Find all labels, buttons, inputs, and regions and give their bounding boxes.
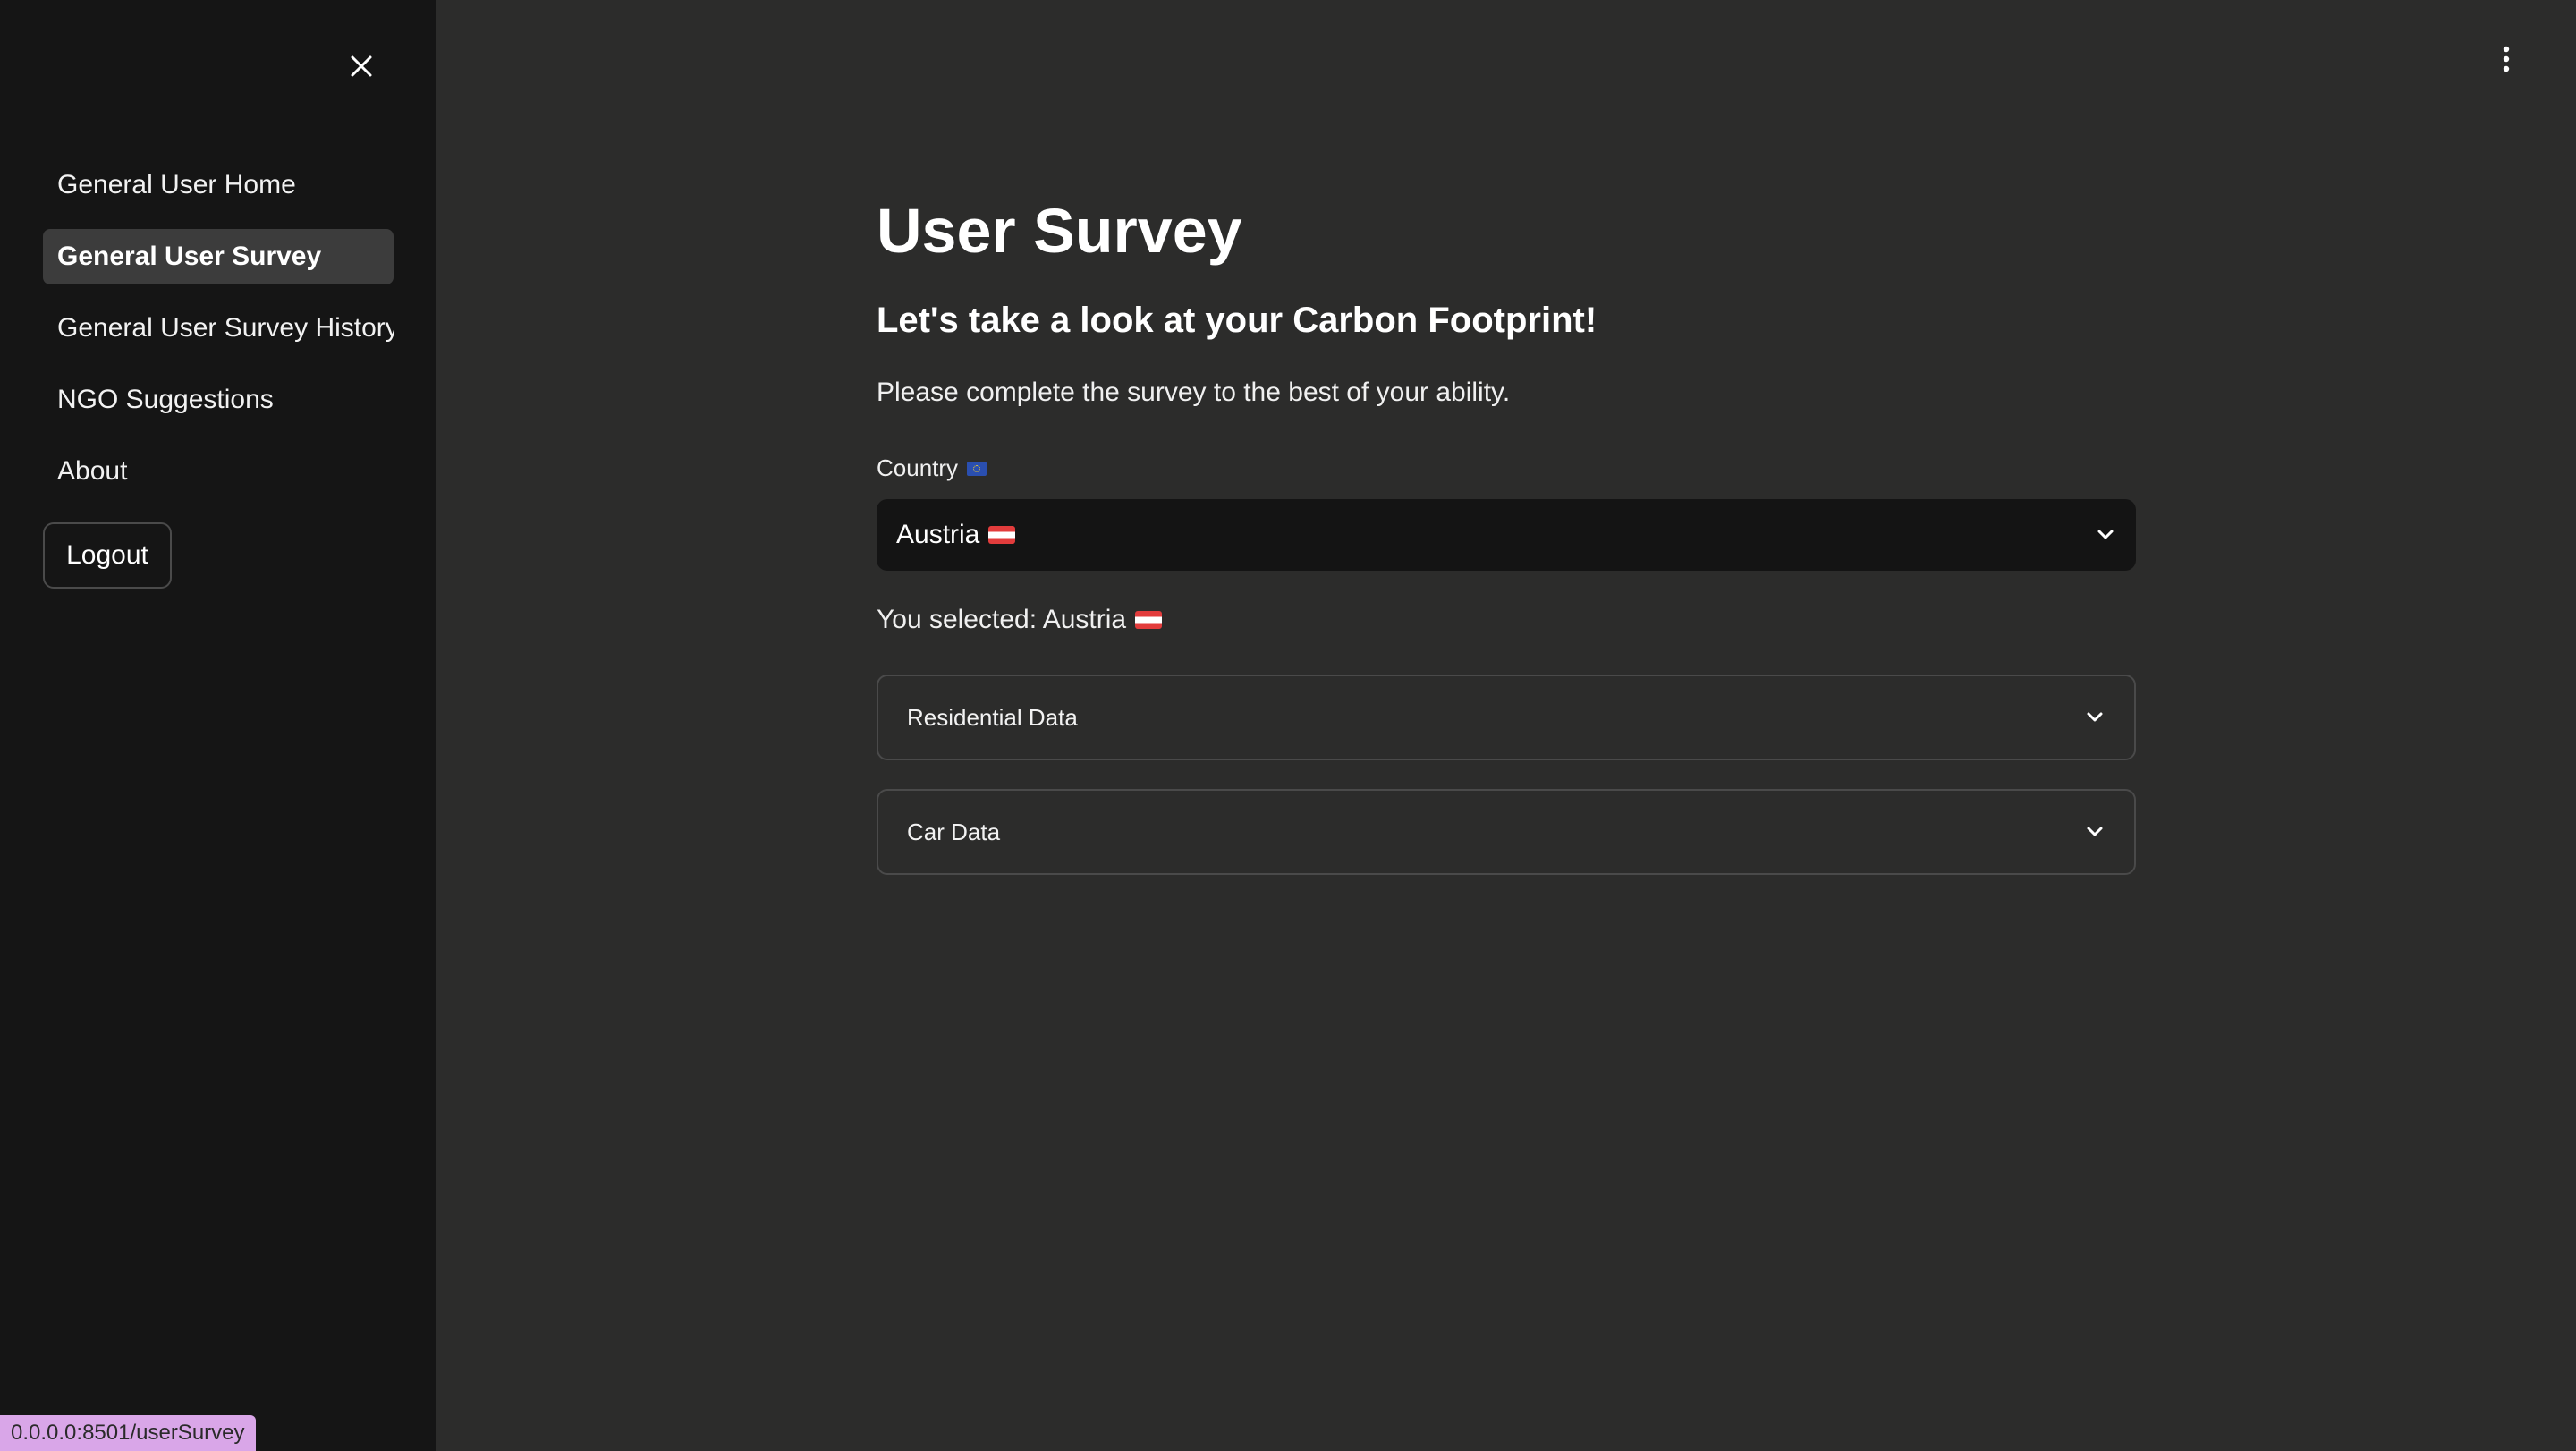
country-label-text: Country xyxy=(877,454,959,481)
expander-residential-data[interactable]: Residential Data xyxy=(877,675,2136,760)
sidebar-item-label: General User Survey History xyxy=(57,313,394,343)
sidebar-item-general-user-home[interactable]: General User Home xyxy=(43,157,394,213)
expander-label: Car Data xyxy=(907,818,1001,845)
eu-flag-icon xyxy=(967,461,987,476)
logout-button[interactable]: Logout xyxy=(43,522,172,589)
selected-country-label: You selected: Austria xyxy=(877,605,1127,634)
country-select[interactable]: Austria xyxy=(877,499,2136,571)
chevron-down-icon xyxy=(2087,712,2103,722)
country-select-value-text: Austria xyxy=(896,520,980,549)
country-field-label: Country xyxy=(877,454,987,482)
status-bar-url: 0.0.0.0:8501/userSurvey xyxy=(0,1415,256,1451)
sidebar-item-general-user-survey-history[interactable]: General User Survey History xyxy=(43,301,394,356)
sidebar-item-label: About xyxy=(57,456,128,486)
close-sidebar-button[interactable] xyxy=(340,45,383,88)
sidebar-item-label: General User Survey xyxy=(57,242,322,271)
sidebar-item-about[interactable]: About xyxy=(43,444,394,499)
expander-car-data[interactable]: Car Data xyxy=(877,789,2136,875)
austria-flag-icon xyxy=(1135,611,1163,629)
country-select-value: Austria xyxy=(896,520,2095,550)
chevron-down-icon xyxy=(2087,827,2103,836)
page-title: User Survey xyxy=(877,196,1242,266)
sidebar-nav: General User Home General User Survey Ge… xyxy=(43,157,394,515)
sidebar-item-label: General User Home xyxy=(57,170,296,199)
app-window: General User Home General User Survey Ge… xyxy=(0,0,2576,1451)
page-subtitle: Let's take a look at your Carbon Footpri… xyxy=(877,301,1597,340)
sidebar-item-general-user-survey[interactable]: General User Survey xyxy=(43,229,394,284)
kebab-menu-icon xyxy=(2503,46,2510,72)
main-menu-button[interactable] xyxy=(2487,39,2526,79)
sidebar-item-ngo-suggestions[interactable]: NGO Suggestions xyxy=(43,372,394,428)
selected-country-text: You selected: Austria xyxy=(877,605,1163,635)
chevron-down-icon xyxy=(2097,530,2114,539)
austria-flag-icon xyxy=(988,526,1016,544)
close-icon xyxy=(351,55,372,77)
sidebar: General User Home General User Survey Ge… xyxy=(0,0,436,1451)
intro-text: Please complete the survey to the best o… xyxy=(877,378,1511,407)
expander-label: Residential Data xyxy=(907,703,1078,731)
sidebar-item-label: NGO Suggestions xyxy=(57,385,274,414)
